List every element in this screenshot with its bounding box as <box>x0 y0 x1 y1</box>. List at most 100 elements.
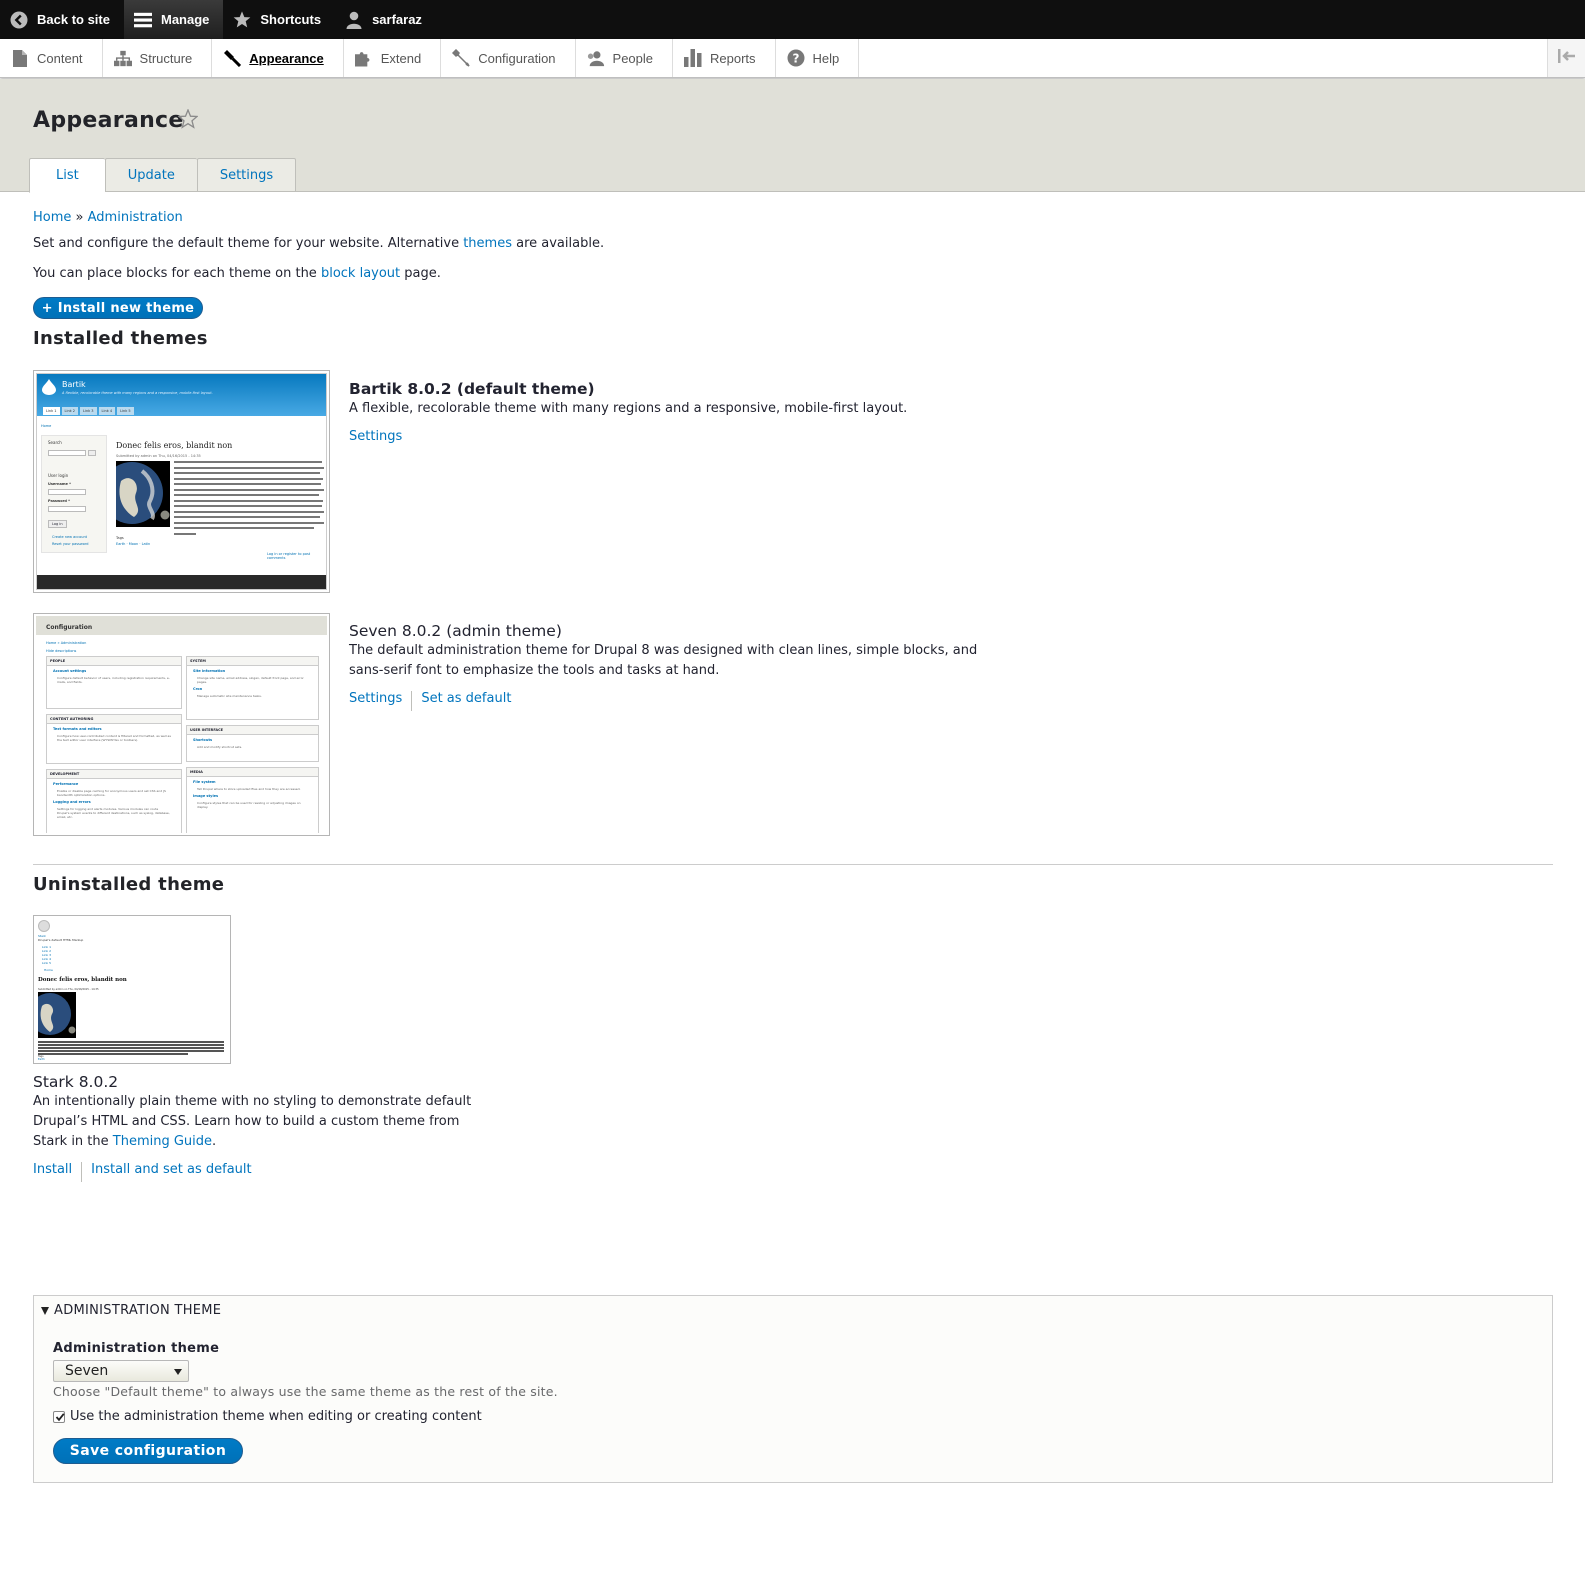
tab-update[interactable]: Update <box>104 158 197 192</box>
page-header: Appearance List Update Settings <box>0 79 1585 193</box>
use-admin-theme-option: Use the administration theme when editin… <box>53 1409 482 1424</box>
section-divider <box>33 864 1553 865</box>
tray-item-configuration[interactable]: Configuration <box>441 39 576 77</box>
seven-item-title: Account settings <box>53 669 87 673</box>
collapse-triangle-icon <box>41 1306 49 1315</box>
seven-title: Configuration <box>46 624 93 631</box>
person-icon <box>587 49 605 67</box>
administration-theme-legend[interactable]: ADMINISTRATION THEME <box>41 1303 221 1318</box>
bartik-search-button <box>88 450 96 456</box>
tray-item-content[interactable]: Content <box>0 39 103 77</box>
shortcuts-tab[interactable]: Shortcuts <box>223 0 335 39</box>
selected-theme-value: Seven <box>65 1363 109 1379</box>
seven-panel-heading: PEOPLE <box>47 657 181 666</box>
seven-theme-name: Seven 8.0.2 (admin theme) <box>349 622 562 640</box>
seven-item-title: Logging and errors <box>53 800 91 804</box>
administration-theme-description: Choose "Default theme" to always use the… <box>53 1384 558 1399</box>
bartik-preview: Bartik A flexible, recolorable theme wit… <box>36 373 327 590</box>
stark-theme-description: An intentionally plain theme with no sty… <box>33 1092 471 1152</box>
bartik-tab: Link 3 <box>80 407 97 415</box>
tab-settings[interactable]: Settings <box>196 158 297 192</box>
bartik-body-text <box>174 461 324 538</box>
stark-desc-line: Stark in the Theming Guide. <box>33 1132 471 1152</box>
stark-desc-text: . <box>212 1134 217 1149</box>
seven-panel: PEOPLE Account settings Configure defaul… <box>46 656 182 709</box>
tray-item-people[interactable]: People <box>576 39 674 77</box>
bartik-article-title: Donec felis eros, blandit non <box>116 441 233 450</box>
themes-link[interactable]: themes <box>463 236 512 251</box>
theming-guide-link[interactable]: Theming Guide <box>113 1134 212 1149</box>
stark-nav: Link 1 Link 2 Link 3 Link 4 Link 5 <box>42 945 51 965</box>
tray-orientation-toggle[interactable] <box>1547 39 1585 77</box>
administration-theme-select[interactable]: Seven <box>53 1360 189 1382</box>
primary-tabs: List Update Settings <box>29 158 297 193</box>
bartik-tab: Link 4 <box>98 407 116 415</box>
back-to-site-link[interactable]: Back to site <box>0 0 124 39</box>
bartik-tabs: Link 1 Link 2 Link 3 Link 4 Link 5 <box>43 407 134 415</box>
seven-item-desc: Enable or disable page caching for anony… <box>57 789 166 797</box>
bartik-settings-link[interactable]: Settings <box>349 429 402 444</box>
seven-desc-line: The default administration theme for Dru… <box>349 643 978 658</box>
use-admin-theme-label: Use the administration theme when editin… <box>70 1409 482 1424</box>
link-separator <box>81 1162 83 1182</box>
tab-list[interactable]: List <box>29 158 105 193</box>
tray-item-structure[interactable]: Structure <box>103 39 213 77</box>
bartik-theme-description: A flexible, recolorable theme with many … <box>349 401 908 416</box>
breadcrumb-separator: » <box>75 210 84 225</box>
seven-panel-heading: USER INTERFACE <box>187 726 318 735</box>
tray-item-reports[interactable]: Reports <box>673 39 776 77</box>
bartik-reset-link: Reset your password <box>52 542 89 546</box>
bartik-links: Settings <box>349 429 402 444</box>
use-admin-theme-checkbox[interactable] <box>53 1410 65 1423</box>
seven-panel-heading: SYSTEM <box>187 657 318 666</box>
breadcrumb-home-link[interactable]: Home <box>33 210 71 225</box>
save-configuration-button[interactable]: Save configuration <box>53 1438 243 1464</box>
tray-item-help[interactable]: ? Help <box>776 39 860 77</box>
administration-theme-label: Administration theme <box>53 1341 220 1356</box>
back-arrow-icon <box>10 11 28 29</box>
add-shortcut-star-icon[interactable] <box>177 108 200 131</box>
stark-links: Install Install and set as default <box>33 1162 252 1182</box>
seven-crumb: Home » Administration <box>46 641 87 645</box>
user-tab[interactable]: sarfaraz <box>335 0 436 39</box>
seven-set-default-link[interactable]: Set as default <box>421 691 511 711</box>
block-text-part: You can place blocks for each theme on t… <box>33 266 321 281</box>
bartik-tab: Link 1 <box>43 407 60 415</box>
seven-item-desc: Manage automatic site maintenance tasks. <box>197 694 262 698</box>
seven-links: Settings Set as default <box>349 691 511 711</box>
stark-desc-line: An intentionally plain theme with no sty… <box>33 1094 472 1109</box>
tray-item-label: Help <box>812 50 840 66</box>
bartik-site-name: Bartik <box>62 380 86 389</box>
bartik-slogan: A flexible, recolorable theme with many … <box>62 391 213 395</box>
installed-themes-heading: Installed themes <box>33 328 208 349</box>
seven-panel: MEDIA File system Tell Drupal where to s… <box>186 767 319 833</box>
bartik-theme-name: Bartik 8.0.2 (default theme) <box>349 380 595 398</box>
tray-item-appearance[interactable]: Appearance <box>212 39 344 77</box>
seven-item-title: Cron <box>193 687 203 691</box>
wrench-icon <box>452 49 470 67</box>
tray-item-extend[interactable]: Extend <box>344 39 442 77</box>
seven-right-column: SYSTEM Site information Change site name… <box>186 656 319 833</box>
seven-item-title: Site information <box>193 669 226 673</box>
stark-install-link[interactable]: Install <box>33 1162 72 1182</box>
puzzle-icon <box>354 49 373 67</box>
block-layout-link[interactable]: block layout <box>321 266 400 281</box>
administration-theme-fieldset: ADMINISTRATION THEME Administration them… <box>33 1295 1553 1483</box>
user-icon <box>345 11 363 29</box>
manage-tab[interactable]: Manage <box>123 0 224 39</box>
install-new-theme-button[interactable]: + Install new theme <box>33 297 203 319</box>
seven-item-desc: Change site name, email address, slogan,… <box>197 676 304 684</box>
seven-panel-heading: MEDIA <box>187 768 318 777</box>
bartik-tags-label: Tags <box>116 536 124 540</box>
breadcrumb-administration-link[interactable]: Administration <box>88 210 183 225</box>
seven-desc-line: sans-serif font to emphasize the tools a… <box>349 663 720 678</box>
stark-crumb: Home <box>44 968 53 972</box>
star-icon <box>233 11 251 29</box>
bartik-tab: Link 5 <box>117 407 134 415</box>
seven-panel-heading: DEVELOPMENT <box>47 770 181 779</box>
seven-settings-link[interactable]: Settings <box>349 691 402 711</box>
bartik-password-input <box>48 506 86 512</box>
stark-install-default-link[interactable]: Install and set as default <box>91 1162 251 1182</box>
seven-item-title: Text formats and editors <box>53 727 102 731</box>
stark-desc-line: Drupal’s HTML and CSS. Learn how to buil… <box>33 1114 460 1129</box>
